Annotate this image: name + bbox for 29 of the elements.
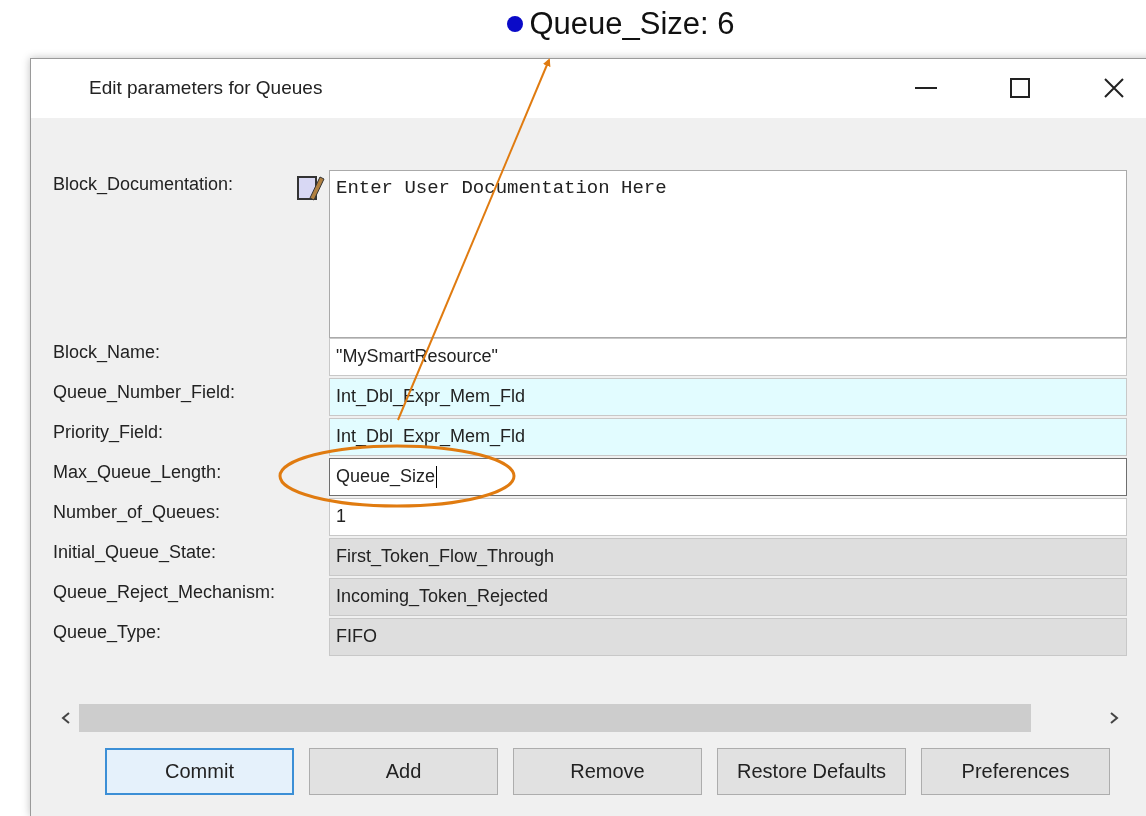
callout-label: Queue_Size: 6 xyxy=(529,6,735,42)
scroll-left-icon[interactable] xyxy=(61,710,71,725)
field-label: Queue_Number_Field: xyxy=(53,380,237,405)
maximize-icon xyxy=(1010,78,1030,99)
close-icon xyxy=(1104,78,1124,99)
bullet-icon xyxy=(507,16,524,32)
dialog-button[interactable]: Remove xyxy=(513,747,702,795)
dropdown-field[interactable]: First_Token_Flow_Through xyxy=(329,537,1127,576)
window-title: Edit parameters for Queues xyxy=(89,77,324,100)
field-label: Priority_Field: xyxy=(53,420,165,445)
scroll-right-icon[interactable] xyxy=(1109,710,1119,725)
dropdown-field[interactable]: Incoming_Token_Rejected xyxy=(329,577,1127,616)
dialog-button[interactable]: Restore Defaults xyxy=(717,747,906,795)
scrollbar-thumb[interactable] xyxy=(79,703,1031,732)
field-label: Block_Documentation: xyxy=(53,172,235,197)
field-label: Number_of_Queues: xyxy=(53,500,222,525)
notepad-icon[interactable] xyxy=(296,173,326,202)
field-label: Queue_Type: xyxy=(53,620,163,645)
minimize-icon xyxy=(915,87,937,90)
field-label: Initial_Queue_State: xyxy=(53,540,218,565)
field-label: Queue_Reject_Mechanism: xyxy=(53,580,277,605)
dialog-button[interactable]: Commit xyxy=(105,747,294,795)
field-label: Max_Queue_Length: xyxy=(53,460,223,485)
dropdown-field[interactable]: FIFO xyxy=(329,617,1127,656)
input-field[interactable]: Queue_Size xyxy=(329,457,1127,496)
dialog-button[interactable]: Add xyxy=(309,747,498,795)
field-label: Block_Name: xyxy=(53,340,162,365)
dialog-button[interactable]: Preferences xyxy=(921,747,1110,795)
input-field[interactable]: 1 xyxy=(329,497,1127,536)
